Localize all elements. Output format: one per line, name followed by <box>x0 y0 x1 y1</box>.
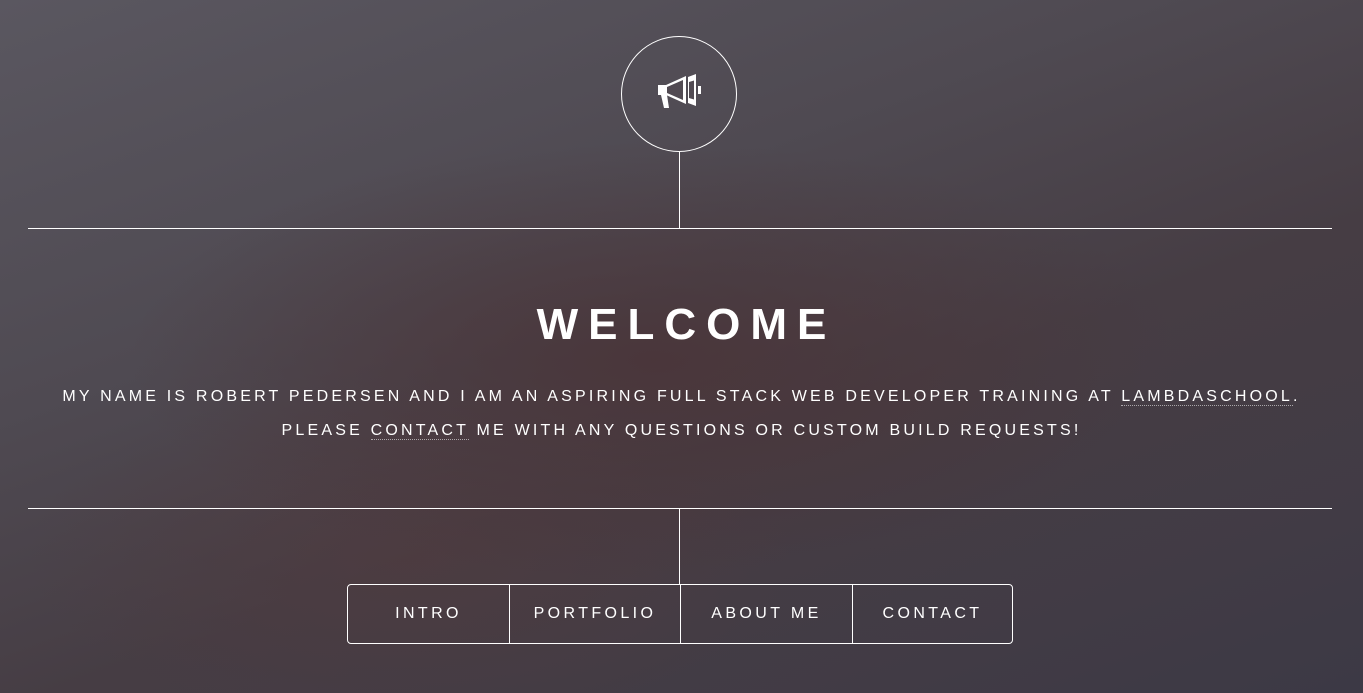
intro-text-2: PLEASE <box>281 422 371 439</box>
divider-top <box>28 228 1332 229</box>
intro-paragraph: MY NAME IS ROBERT PEDERSEN AND I AM AN A… <box>0 380 1363 448</box>
megaphone-icon <box>656 72 702 117</box>
page: WELCOME MY NAME IS ROBERT PEDERSEN AND I… <box>0 0 1363 693</box>
lambdaschool-link[interactable]: LAMBDASCHOOL <box>1121 388 1293 406</box>
nav-item-about-me[interactable]: ABOUT ME <box>680 585 852 643</box>
page-title: WELCOME <box>536 300 837 349</box>
intro-line-1: MY NAME IS ROBERT PEDERSEN AND I AM AN A… <box>0 380 1363 414</box>
intro-text-2-end: ME WITH ANY QUESTIONS OR CUSTOM BUILD RE… <box>468 422 1082 439</box>
logo-circle <box>621 36 737 152</box>
nav-item-portfolio[interactable]: PORTFOLIO <box>509 585 680 643</box>
intro-line-2: PLEASE CONTACT ME WITH ANY QUESTIONS OR … <box>0 414 1363 448</box>
divider-bottom <box>28 508 1332 509</box>
nav-item-intro[interactable]: INTRO <box>348 585 509 643</box>
intro-text-1-end: . <box>1293 388 1301 405</box>
nav-item-contact[interactable]: CONTACT <box>852 585 1012 643</box>
main-nav: INTRO PORTFOLIO ABOUT ME CONTACT <box>347 584 1013 644</box>
connector-line-top <box>679 152 680 229</box>
intro-text-1: MY NAME IS ROBERT PEDERSEN AND I AM AN A… <box>62 388 1122 405</box>
connector-line-bottom <box>679 509 680 584</box>
contact-link[interactable]: CONTACT <box>370 422 469 440</box>
